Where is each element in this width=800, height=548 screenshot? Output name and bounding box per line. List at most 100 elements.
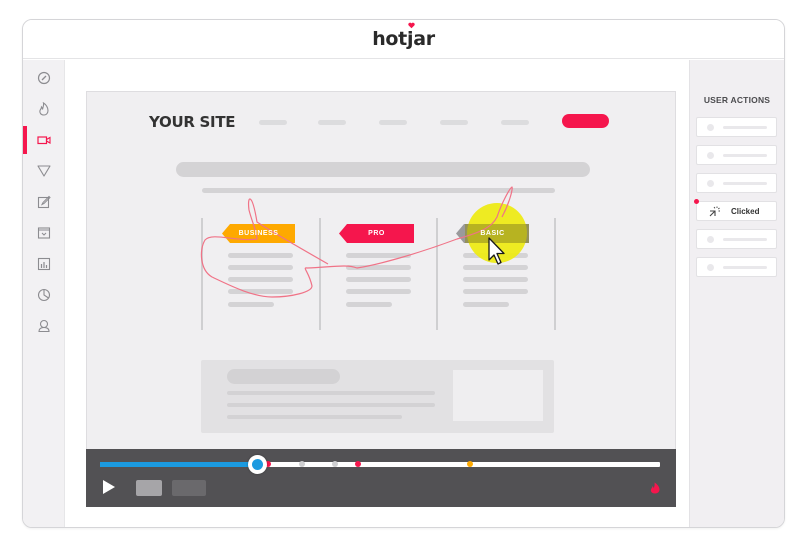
speed-button[interactable] [136,480,162,496]
feature-line [346,253,411,258]
hero-subheading-placeholder [202,188,555,193]
footer-text-line [227,391,435,395]
column-divider [319,218,321,330]
form-edit-icon [37,195,51,208]
action-label-placeholder [723,238,767,241]
click-pointer-icon [709,206,720,217]
plan-tag-business[interactable]: BUSINESS [222,224,295,243]
feature-line [228,253,293,258]
nav-link-placeholder [259,120,287,125]
action-icon-placeholder [707,124,714,131]
nav-link-placeholder [440,120,468,125]
nav-cta-button[interactable] [562,114,609,128]
user-actions-panel: USER ACTIONS Clicked [689,60,784,527]
hotjar-logo[interactable]: hot jar [23,22,784,50]
recording-viewer: YOUR SITE BUSINESS PRO BASIC [66,60,691,527]
user-action-item[interactable] [696,229,777,249]
dashboard-gauge-icon [37,71,51,84]
feature-line [463,277,528,282]
action-label: Clicked [731,207,760,216]
sidebar-item-forms[interactable] [23,186,65,217]
footer-text-line [227,415,402,419]
feature-line [346,302,392,307]
action-icon-placeholder [707,152,714,159]
column-divider [436,218,438,330]
nav-link-placeholder [318,120,346,125]
sidebar-item-dashboard[interactable] [23,62,65,93]
poll-icon [37,226,51,239]
user-action-clicked[interactable]: Clicked [694,199,777,221]
site-preview: YOUR SITE BUSINESS PRO BASIC [86,91,676,451]
heart-icon [408,22,415,29]
feature-line [463,253,528,258]
user-action-item[interactable] [696,173,777,193]
footer-text-line [227,403,435,407]
timeline-event-marker[interactable] [354,461,361,467]
sidebar-item-users[interactable] [23,310,65,341]
timeline-event-marker[interactable] [466,461,473,467]
action-label-placeholder [723,154,767,157]
site-title: YOUR SITE [149,113,236,131]
sidebar [23,60,65,527]
footer-image-placeholder [453,370,543,421]
footer-heading-placeholder [227,369,340,384]
pie-chart-icon [37,288,51,301]
sidebar-item-analytics[interactable] [23,279,65,310]
heatmap-flame-icon [39,101,49,116]
top-bar: hot jar [23,20,784,59]
feature-line [346,289,411,294]
action-label-placeholder [723,126,767,129]
sidebar-item-funnels[interactable] [23,155,65,186]
timeline-progress [100,462,257,467]
bar-chart-icon [37,257,51,270]
user-icon [38,319,50,332]
feature-line [463,302,509,307]
plan-tag-basic[interactable]: BASIC [456,224,529,243]
column-divider [554,218,556,330]
feature-line [228,302,274,307]
hero-heading-placeholder [176,162,590,177]
footer-card-placeholder [201,360,554,433]
action-icon-placeholder [707,180,714,187]
action-label-placeholder [723,182,767,185]
action-icon-placeholder [707,264,714,271]
sidebar-item-polls[interactable] [23,217,65,248]
user-action-item[interactable] [696,117,777,137]
action-icon-placeholder [707,236,714,243]
action-label-placeholder [723,266,767,269]
feature-line [346,265,411,270]
sidebar-item-reports[interactable] [23,248,65,279]
timeline-event-marker[interactable] [298,461,305,467]
sidebar-item-heatmaps[interactable] [23,93,65,124]
logo-text-ar: ar [413,28,435,50]
column-divider [201,218,203,330]
user-action-item[interactable] [696,145,777,165]
timeline-track[interactable] [100,455,660,474]
feature-line [463,265,528,270]
plan-label: BASIC [480,230,505,237]
user-actions-title: USER ACTIONS [703,95,771,105]
user-action-item[interactable] [696,257,777,277]
logo-text-hot: hot [372,28,407,50]
app-window: hot jar YOUR SITE BUSINESS PRO BASIC USE… [22,19,785,528]
plan-label: BUSINESS [238,230,279,237]
feature-line [228,289,293,294]
feature-line [228,277,293,282]
nav-link-placeholder [379,120,407,125]
logo-text-j: j [406,28,414,50]
recordings-camera-icon [37,135,51,144]
feature-line [228,265,293,270]
timeline-scrubber-handle[interactable] [247,455,267,474]
feature-line [463,289,528,294]
plan-label: PRO [368,230,385,237]
plan-tag-pro[interactable]: PRO [339,224,414,243]
funnel-icon [37,164,51,177]
sidebar-item-recordings[interactable] [23,124,65,155]
current-action-indicator [694,199,699,204]
heatmap-flame-icon[interactable] [649,482,661,494]
play-button[interactable] [102,479,116,495]
skip-inactivity-button[interactable] [172,480,206,496]
playback-controls [86,449,676,507]
timeline-event-marker[interactable] [332,461,339,467]
feature-line [346,277,411,282]
